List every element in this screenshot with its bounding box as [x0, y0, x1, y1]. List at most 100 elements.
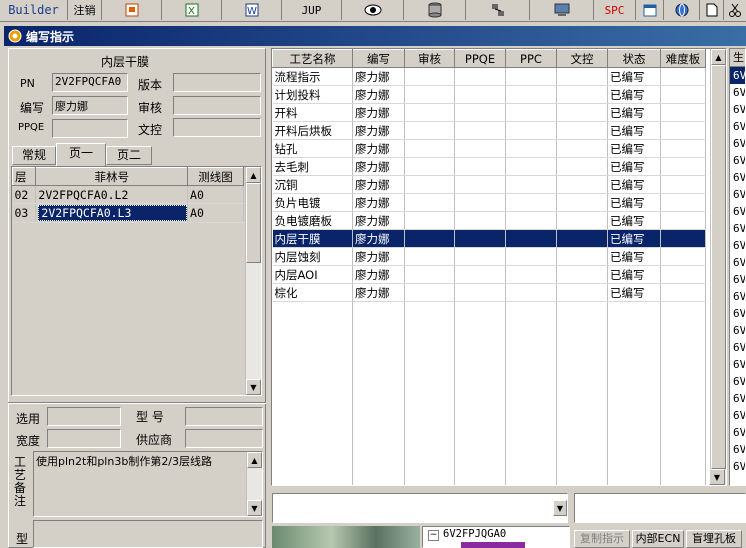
tab-general[interactable]: 常规	[12, 146, 56, 165]
col-status[interactable]: 状态	[607, 49, 661, 68]
right-list-item[interactable]: 6V	[730, 441, 745, 458]
copy-instruction-button[interactable]: 复制指示	[574, 530, 630, 548]
table-row[interactable]: 钻孔 廖力娜 已编写	[272, 139, 706, 158]
table-row[interactable]: 棕化 廖力娜 已编写	[272, 283, 706, 302]
empty-cell	[556, 319, 608, 336]
table-row[interactable]: 内层干膜 廖力娜 已编写	[272, 229, 706, 248]
right-list-item[interactable]: 6V	[730, 271, 745, 288]
version-field[interactable]	[173, 73, 261, 92]
tree-expander-icon[interactable]: −	[428, 530, 439, 541]
eye-icon[interactable]	[342, 0, 404, 20]
pn-field[interactable]: 2V2FPQCFA0	[52, 73, 128, 92]
tab-page-one[interactable]: 页一	[56, 143, 106, 166]
scroll-thumb[interactable]	[711, 65, 726, 469]
review-field[interactable]	[173, 96, 261, 115]
table-row[interactable]: 计划投料 廖力娜 已编写	[272, 85, 706, 104]
excel-icon[interactable]: X	[162, 0, 222, 20]
right-list-item[interactable]: 6V	[730, 135, 745, 152]
table-row[interactable]: 去毛刺 廖力娜 已编写	[272, 157, 706, 176]
spc-button[interactable]: SPC	[594, 0, 636, 20]
scroll-up-arrow-icon[interactable]: ▲	[711, 49, 726, 65]
film-no-header[interactable]: 菲林号	[35, 167, 189, 186]
scroll-up-arrow-icon[interactable]: ▲	[247, 452, 262, 468]
col-difficulty[interactable]: 难度板	[660, 49, 706, 68]
right-list-item[interactable]: 6V	[730, 101, 745, 118]
right-list-item[interactable]: 6V	[730, 220, 745, 237]
right-list-item[interactable]: 6V	[730, 186, 745, 203]
jup-button[interactable]: JUP	[282, 0, 342, 20]
right-list-item[interactable]: 6V	[730, 169, 745, 186]
tree-item[interactable]: 6V2FPJQGA0	[443, 528, 506, 540]
powerpoint-icon[interactable]	[102, 0, 162, 20]
scroll-down-arrow-icon[interactable]: ▼	[247, 500, 262, 516]
word-icon[interactable]: W	[222, 0, 282, 20]
doc-control-field[interactable]	[173, 118, 261, 137]
new-document-icon[interactable]	[700, 0, 724, 20]
right-list-item[interactable]: 6V	[730, 288, 745, 305]
table-row[interactable]: 03 2V2FPQCFA0.L3 A0	[12, 203, 244, 223]
right-list-item[interactable]: 6V	[730, 373, 745, 390]
col-author[interactable]: 编写	[352, 49, 405, 68]
table-row[interactable]: 内层蚀刻 廖力娜 已编写	[272, 247, 706, 266]
table-row[interactable]: 内层AOI 廖力娜 已编写	[272, 265, 706, 284]
remark-scrollbar[interactable]: ▲ ▼	[246, 452, 262, 516]
col-process-name[interactable]: 工艺名称	[272, 49, 353, 68]
calendar-icon[interactable]	[636, 0, 664, 20]
ppqe-field[interactable]	[52, 119, 128, 138]
logout-button[interactable]: 注销	[68, 0, 102, 20]
right-list-item[interactable]: 6V	[730, 67, 745, 84]
table-row[interactable]: 负片电镀 廖力娜 已编写	[272, 193, 706, 212]
network-icon[interactable]	[466, 0, 530, 20]
right-list-item[interactable]: 6V	[730, 407, 745, 424]
scissors-icon[interactable]	[724, 0, 746, 20]
model-field[interactable]	[185, 407, 263, 426]
right-list-item[interactable]: 6V	[730, 203, 745, 220]
combo-box-1[interactable]: ▼	[272, 493, 568, 523]
layer-header[interactable]: 层	[12, 167, 37, 186]
supplier-field[interactable]	[185, 429, 263, 448]
layer-table-scrollbar[interactable]: ▲ ▼	[245, 167, 261, 395]
author-field[interactable]: 廖力娜	[52, 96, 128, 115]
col-ppqe[interactable]: PPQE	[454, 49, 506, 68]
test-chart-header[interactable]: 测线图	[187, 167, 244, 186]
blind-buried-via-button[interactable]: 盲埋孔板	[686, 530, 742, 548]
table-row[interactable]: 开料后烘板 廖力娜 已编写	[272, 121, 706, 140]
table-row[interactable]: 流程指示 廖力娜 已编写	[272, 67, 706, 86]
select-field[interactable]	[47, 407, 121, 426]
col-review[interactable]: 审核	[404, 49, 455, 68]
table-row[interactable]: 沉铜 廖力娜 已编写	[272, 175, 706, 194]
process-grid-scrollbar[interactable]: ▲	[710, 49, 726, 485]
table-row[interactable]: 开料 廖力娜 已编写	[272, 103, 706, 122]
right-list-item[interactable]: 6V	[730, 458, 745, 475]
right-list-item[interactable]: 6V	[730, 118, 745, 135]
right-list-item[interactable]: 6V	[730, 356, 745, 373]
combo-arrow-icon[interactable]: ▼	[553, 500, 567, 516]
process-grid-scroll-down[interactable]: ▼	[709, 469, 725, 485]
col-ppc[interactable]: PPC	[505, 49, 557, 68]
right-list-item[interactable]: 6V	[730, 305, 745, 322]
right-list-item[interactable]: 6V	[730, 322, 745, 339]
width-field[interactable]	[47, 429, 121, 448]
scroll-thumb[interactable]	[246, 183, 261, 263]
scroll-up-arrow-icon[interactable]: ▲	[246, 167, 261, 183]
scroll-down-arrow-icon[interactable]: ▼	[246, 379, 261, 395]
col-doc-control[interactable]: 文控	[556, 49, 608, 68]
right-list-item[interactable]: 6V	[730, 390, 745, 407]
tab-page-two[interactable]: 页二	[106, 146, 152, 165]
builder-button[interactable]: Builder	[0, 0, 68, 20]
internal-ecn-button[interactable]: 内部ECN	[632, 530, 684, 548]
combo-box-2[interactable]	[574, 493, 746, 523]
table-row[interactable]: 02 2V2FPQCFA0.L2 A0	[12, 185, 244, 204]
globe-icon[interactable]	[664, 0, 700, 20]
computer-icon[interactable]	[530, 0, 594, 20]
right-list-item[interactable]: 6V	[730, 84, 745, 101]
remark-textarea[interactable]: 使用pln2t和pln3b制作第2/3层线路 ▲ ▼	[33, 451, 263, 517]
database-icon[interactable]	[404, 0, 466, 20]
bottom-field[interactable]	[33, 520, 263, 548]
right-list-item[interactable]: 6V	[730, 424, 745, 441]
right-list-item[interactable]: 6V	[730, 254, 745, 271]
table-row[interactable]: 负电镀磨板 廖力娜 已编写	[272, 211, 706, 230]
right-list-item[interactable]: 6V	[730, 152, 745, 169]
right-list-item[interactable]: 6V	[730, 237, 745, 254]
right-list-item[interactable]: 6V	[730, 339, 745, 356]
